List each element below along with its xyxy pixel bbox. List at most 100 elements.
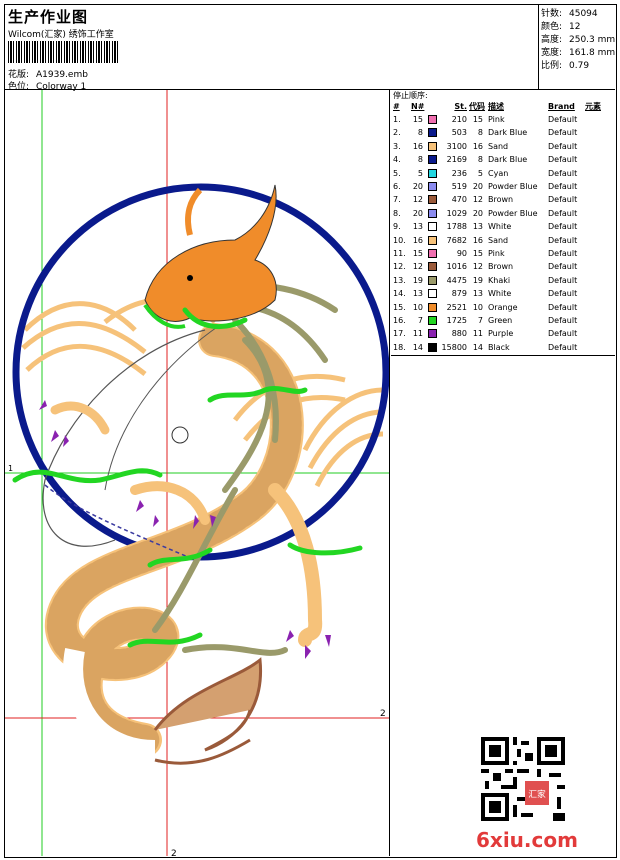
legend-stitches: 519 [451, 182, 467, 191]
legend-color-swatch [428, 195, 437, 205]
legend-description: Brown [488, 262, 514, 272]
legend-index: 11. [393, 249, 406, 258]
legend-needle: 20 [412, 182, 423, 191]
legend-brand: Default [548, 289, 578, 299]
barcode-image [8, 41, 120, 63]
legend-header-needle: N# [411, 102, 425, 111]
legend-code: 14 [472, 342, 483, 352]
legend-row: 8. 20 1029 20 Powder Blue Default [391, 207, 615, 220]
legend-color-swatch [428, 168, 437, 178]
legend-brand: Default [548, 275, 578, 285]
legend-description: Dark Blue [488, 155, 528, 165]
legend-row: 3. 16 3100 16 Sand Default [391, 140, 615, 153]
dragon-leg-right [268, 483, 323, 647]
legend-stitches: 1016 [446, 262, 467, 272]
dragon-artwork: 2 2 1 [5, 90, 389, 856]
company-name: Wilcom(汇家) 绣饰工作室 [8, 30, 114, 40]
legend-index: 17. [393, 329, 406, 339]
legend-needle: 7 [417, 316, 423, 325]
legend-needle: 12 [412, 195, 423, 205]
legend-code: 12 [472, 195, 483, 205]
legend-stitches: 7682 [446, 235, 467, 245]
dragon-neck-outline [42, 329, 206, 547]
legend-needle: 10 [412, 302, 423, 312]
legend-description: Green [488, 316, 513, 325]
legend-code: 15 [472, 249, 483, 258]
stat-colors: 颜色: 12 [541, 22, 581, 32]
legend-brand: Default [548, 316, 578, 325]
dragon-arm-left [50, 401, 110, 435]
guide-marker-bottom: 2 [171, 849, 177, 856]
legend-brand: Default [548, 141, 578, 151]
legend-header-description: 描述 [488, 102, 504, 111]
dragon-head [144, 184, 277, 322]
legend-header-brand: Brand [548, 102, 575, 111]
legend-header-index: # [393, 102, 400, 111]
legend-color-swatch [428, 275, 437, 285]
legend-row: 14. 13 879 13 White Default [391, 287, 615, 300]
legend-color-swatch [428, 128, 437, 138]
legend-index: 16. [393, 316, 406, 325]
legend-needle: 20 [412, 208, 423, 218]
legend-color-swatch [428, 302, 437, 312]
legend-needle: 13 [412, 222, 423, 232]
legend-code: 12 [472, 262, 483, 272]
guide-marker-right: 2 [380, 709, 386, 719]
legend-stitches: 236 [451, 168, 467, 178]
legend-color-swatch [428, 235, 437, 245]
legend-stitches: 3100 [446, 141, 467, 151]
legend-row: 6. 20 519 20 Powder Blue Default [391, 180, 615, 193]
legend-header-stitches: St. [454, 102, 467, 111]
legend-needle: 16 [412, 235, 423, 245]
legend-brand: Default [548, 235, 578, 245]
legend-stitches: 1029 [446, 208, 467, 218]
legend-brand: Default [548, 329, 578, 339]
moon-ring [12, 183, 389, 561]
legend-description: Khaki [488, 275, 511, 285]
legend-brand: Default [548, 128, 578, 138]
legend-stitches: 1725 [446, 316, 467, 325]
legend-needle: 5 [417, 168, 423, 178]
legend-index: 8. [393, 208, 401, 218]
legend-row: 2. 8 503 8 Dark Blue Default [391, 126, 615, 139]
legend-index: 10. [393, 235, 406, 245]
legend-brand: Default [548, 208, 578, 218]
legend-index: 12. [393, 262, 406, 272]
legend-needle: 15 [412, 115, 423, 124]
legend-stitches: 880 [451, 329, 467, 339]
legend-needle: 8 [417, 128, 423, 138]
legend-stitches: 90 [456, 249, 467, 258]
site-logo: 6xiu.com [476, 828, 578, 852]
legend-row: 4. 8 2169 8 Dark Blue Default [391, 153, 615, 166]
legend-index: 14. [393, 289, 406, 299]
legend-index: 4. [393, 155, 401, 165]
legend-index: 7. [393, 195, 401, 205]
legend-code: 13 [472, 289, 483, 299]
legend-brand: Default [548, 262, 578, 272]
legend-index: 13. [393, 275, 406, 285]
stat-width: 宽度: 161.8 mm [541, 48, 616, 58]
legend-description: Orange [488, 302, 518, 312]
legend-code: 8 [477, 128, 483, 138]
legend-brand: Default [548, 302, 578, 312]
legend-row: 1. 15 210 15 Pink Default [391, 113, 615, 126]
stat-stitches: 针数: 45094 [541, 9, 598, 19]
legend-brand: Default [548, 195, 578, 205]
legend-stitches: 15800 [441, 342, 467, 352]
legend-stitches: 1788 [446, 222, 467, 232]
legend-code: 16 [472, 235, 483, 245]
legend-code: 11 [472, 329, 483, 339]
legend-description: White [488, 289, 512, 299]
legend-row: 12. 12 1016 12 Brown Default [391, 260, 615, 273]
legend-code: 10 [472, 302, 483, 312]
legend-brand: Default [548, 249, 578, 258]
dragon-tail-fin [153, 657, 263, 752]
legend-color-swatch [428, 208, 437, 218]
legend-index: 9. [393, 222, 401, 232]
legend-description: Purple [488, 329, 514, 339]
legend-stitches: 470 [451, 195, 467, 205]
legend-color-swatch [428, 316, 437, 325]
legend-description: Cyan [488, 168, 509, 178]
page-title: 生产作业图 [8, 8, 89, 26]
legend-code: 13 [472, 222, 483, 232]
